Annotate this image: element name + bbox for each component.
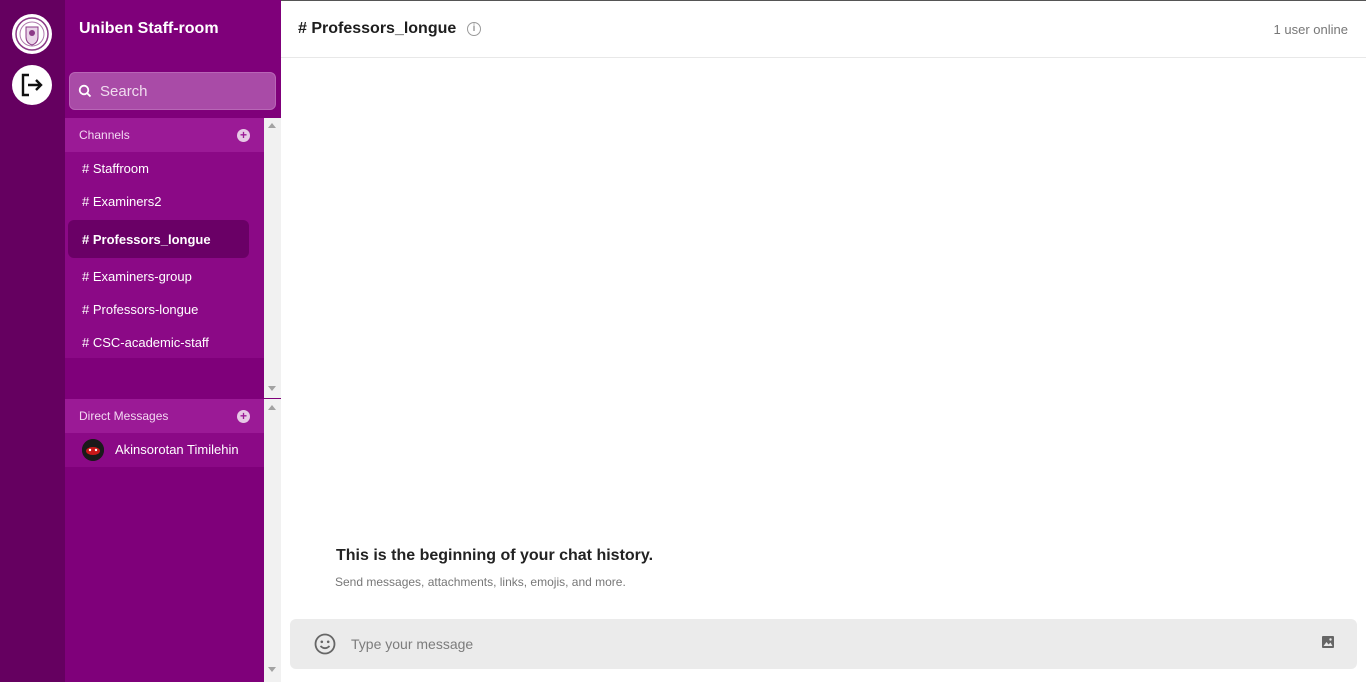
scroll-down-icon[interactable] (268, 667, 276, 672)
search-icon (78, 84, 92, 98)
channel-title: # Professors_longue (298, 20, 457, 37)
workspace-rail (0, 0, 65, 682)
image-attach-icon[interactable] (1321, 635, 1335, 654)
add-dm-icon[interactable]: + (237, 409, 250, 423)
channel-item-examiners2[interactable]: # Examiners2 (65, 185, 264, 218)
search-box[interactable] (69, 72, 276, 110)
logout-icon[interactable] (12, 65, 52, 105)
scroll-down-icon[interactable] (268, 386, 276, 391)
channel-item-csc-academic-staff[interactable]: # CSC-academic-staff (65, 326, 264, 359)
channel-header: # Professors_longue i 1 user online (281, 0, 1366, 58)
channel-item-staffroom[interactable]: # Staffroom (65, 152, 264, 185)
online-status: 1 user online (1273, 22, 1348, 37)
channels-heading: Channels (79, 128, 130, 142)
search-input[interactable] (100, 82, 270, 100)
chat-area: # Professors_longue i 1 user online This… (281, 0, 1366, 682)
message-composer (290, 619, 1357, 669)
add-channel-icon[interactable]: + (237, 128, 250, 142)
channel-list: # Staffroom # Examiners2 # Professors_lo… (65, 152, 264, 358)
university-logo[interactable] (12, 14, 52, 54)
chat-history-subtitle: Send messages, attachments, links, emoji… (335, 575, 626, 589)
dm-list: Akinsorotan Timilehin (65, 433, 264, 467)
dm-name: Akinsorotan Timilehin (115, 442, 239, 457)
workspace-title: Uniben Staff-room (79, 20, 219, 37)
channel-item-professors-longue-active[interactable]: # Professors_longue (68, 220, 249, 258)
dm-item[interactable]: Akinsorotan Timilehin (65, 433, 264, 466)
info-icon[interactable]: i (467, 22, 481, 36)
channels-header: Channels + (65, 118, 264, 152)
avatar (82, 438, 104, 461)
emoji-icon[interactable] (313, 632, 337, 661)
chat-history-title: This is the beginning of your chat histo… (336, 547, 654, 564)
scroll-up-icon[interactable] (268, 405, 276, 410)
channel-item-professors-longue[interactable]: # Professors-longue (65, 293, 264, 326)
dm-scrollbar[interactable] (264, 399, 281, 682)
dm-header: Direct Messages + (65, 399, 264, 433)
sidebar: Uniben Staff-room Channels + # Staffroom… (65, 0, 281, 682)
channel-item-examiners-group[interactable]: # Examiners-group (65, 260, 264, 293)
dm-heading: Direct Messages (79, 409, 169, 423)
message-input[interactable] (351, 632, 1291, 656)
scroll-up-icon[interactable] (268, 123, 276, 128)
channels-scrollbar[interactable] (264, 118, 281, 398)
